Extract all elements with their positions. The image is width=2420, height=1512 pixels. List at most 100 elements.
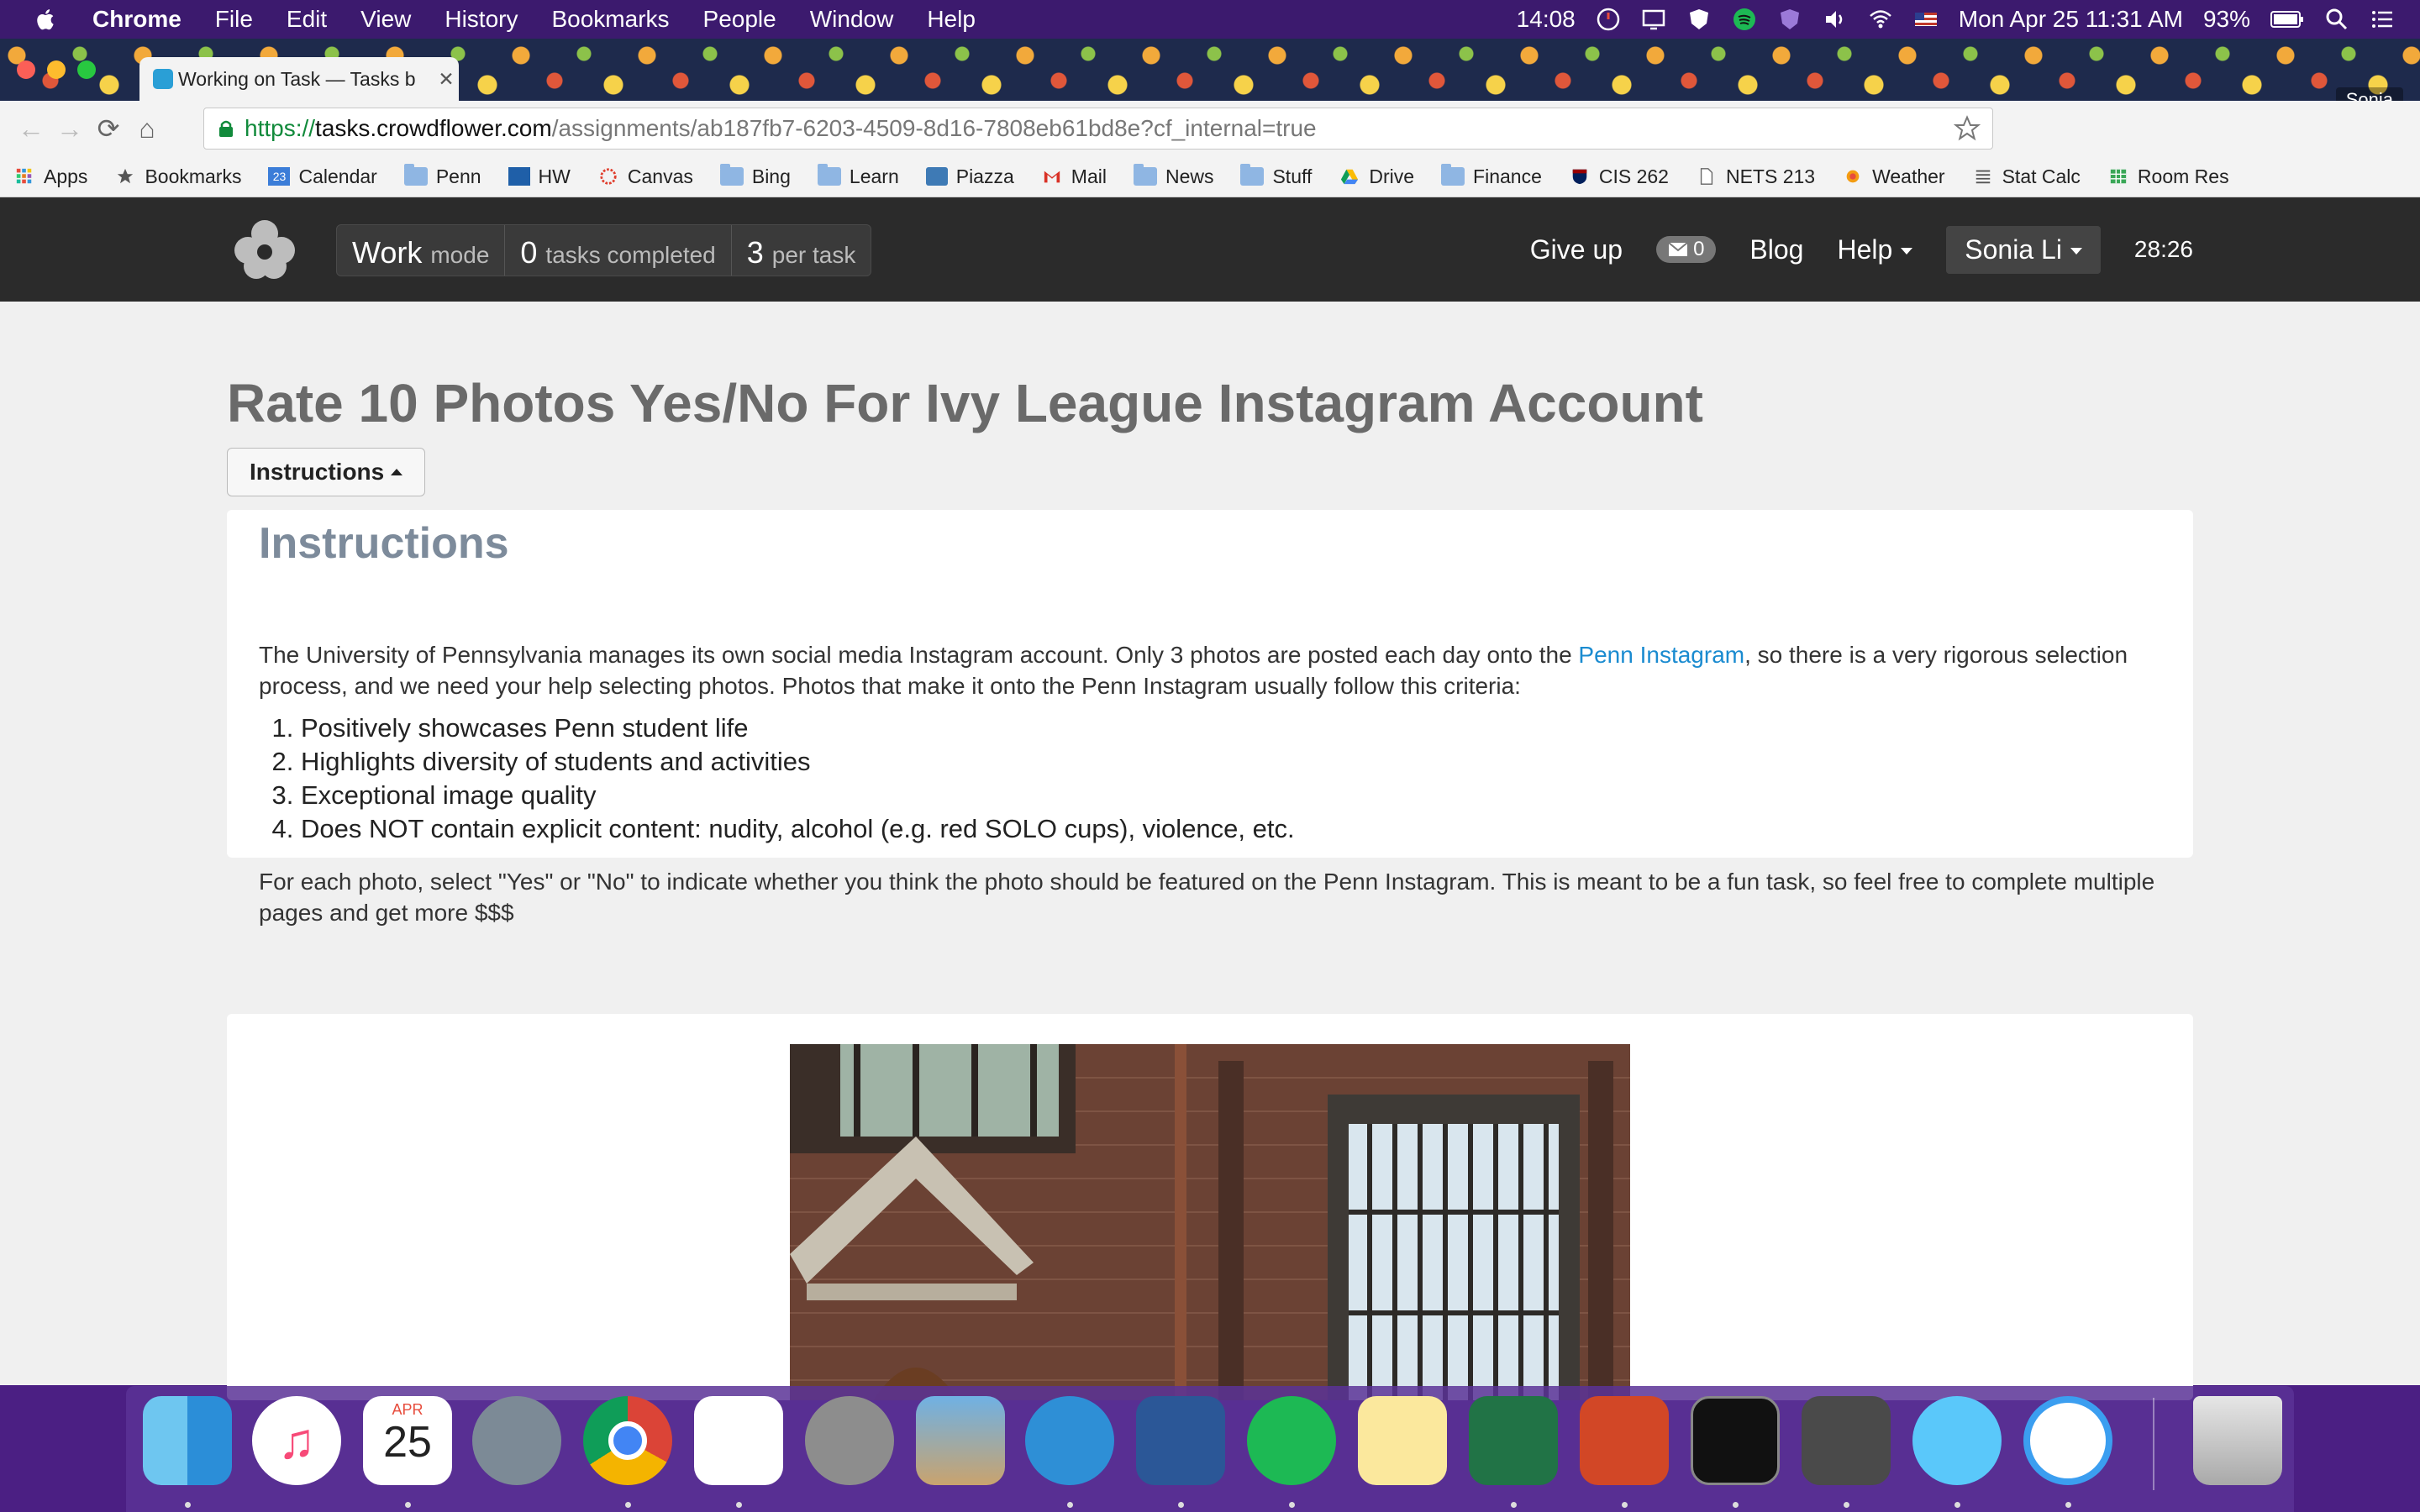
system-preferences-icon[interactable] bbox=[805, 1396, 894, 1485]
bookmark-bookmarks[interactable]: Bookmarks bbox=[114, 165, 241, 188]
bookmark-drive[interactable]: Drive bbox=[1339, 165, 1414, 188]
menu-view[interactable]: View bbox=[360, 6, 411, 33]
header-nav: Give up 0 Blog Help Sonia Li 28:26 bbox=[1497, 224, 2193, 275]
preview-icon[interactable] bbox=[916, 1396, 1005, 1485]
menu-history[interactable]: History bbox=[445, 6, 518, 33]
bookmark-label: Bookmarks bbox=[145, 165, 242, 187]
sublime-text-icon[interactable] bbox=[1802, 1396, 1891, 1485]
close-window-button[interactable] bbox=[17, 60, 35, 79]
menu-edit[interactable]: Edit bbox=[287, 6, 327, 33]
bookmark-label: Calendar bbox=[298, 165, 377, 187]
volume-icon[interactable] bbox=[1823, 7, 1848, 32]
bookmark-mail[interactable]: Mail bbox=[1041, 165, 1107, 188]
instructions-closing: For each photo, select "Yes" or "No" to … bbox=[259, 869, 2155, 926]
menubar-datetime[interactable]: Mon Apr 25 11:31 AM bbox=[1959, 6, 2183, 33]
work-label: Work bbox=[352, 235, 423, 270]
bookmark-news[interactable]: News bbox=[1133, 164, 1214, 188]
give-up-link[interactable]: Give up bbox=[1530, 234, 1623, 265]
us-flag-icon[interactable] bbox=[1913, 7, 1939, 32]
menu-bookmarks[interactable]: Bookmarks bbox=[551, 6, 669, 33]
timer-icon[interactable] bbox=[1596, 7, 1621, 32]
battery-percent[interactable]: 93% bbox=[2203, 6, 2250, 33]
menu-file[interactable]: File bbox=[215, 6, 253, 33]
bookmark-room-res[interactable]: Room Res bbox=[2107, 165, 2229, 188]
wifi-icon[interactable] bbox=[1868, 7, 1893, 32]
vpn-shield-icon[interactable] bbox=[1777, 7, 1802, 32]
running-indicator bbox=[1954, 1502, 1960, 1508]
excel-icon[interactable] bbox=[1469, 1396, 1558, 1485]
piazza-icon bbox=[925, 167, 948, 186]
bookmark-piazza[interactable]: Piazza bbox=[925, 165, 1014, 188]
spotlight-search-icon[interactable] bbox=[2324, 7, 2349, 32]
safari-icon[interactable] bbox=[2023, 1396, 2112, 1485]
stat-calc-icon bbox=[1975, 170, 1990, 184]
bookmark-label: NETS 213 bbox=[1725, 165, 1816, 187]
bookmark-weather[interactable]: Weather bbox=[1842, 165, 1945, 188]
bookmark-apps[interactable]: Apps bbox=[13, 165, 87, 188]
user-menu[interactable]: Sonia Li bbox=[1946, 225, 2101, 274]
spotify-status-icon[interactable] bbox=[1732, 7, 1757, 32]
chevron-down-icon bbox=[2070, 248, 2082, 255]
spotify-icon[interactable] bbox=[1247, 1396, 1336, 1485]
screen-share-icon[interactable] bbox=[1641, 7, 1666, 32]
reload-icon[interactable]: ⟳ bbox=[89, 109, 128, 148]
bookmark-finance[interactable]: Finance bbox=[1441, 164, 1542, 188]
messages-icon[interactable] bbox=[1912, 1396, 2002, 1485]
zoom-window-button[interactable] bbox=[77, 60, 96, 79]
calendar-icon[interactable]: APR 25 bbox=[363, 1396, 452, 1485]
clock-24h[interactable]: 14:08 bbox=[1517, 6, 1576, 33]
tab-close-icon[interactable]: ✕ bbox=[434, 68, 459, 91]
word-icon[interactable] bbox=[1136, 1396, 1225, 1485]
itunes-icon[interactable]: ♫ bbox=[252, 1396, 341, 1485]
home-icon[interactable]: ⌂ bbox=[128, 109, 166, 148]
bookmark-learn[interactable]: Learn bbox=[817, 164, 899, 188]
powerpoint-icon[interactable] bbox=[1580, 1396, 1669, 1485]
forward-icon[interactable]: → bbox=[50, 109, 89, 148]
notification-center-icon[interactable] bbox=[2370, 7, 2395, 32]
menu-chrome[interactable]: Chrome bbox=[92, 6, 182, 33]
penn-instagram-link[interactable]: Penn Instagram bbox=[1578, 642, 1744, 668]
finder-icon[interactable] bbox=[143, 1396, 232, 1485]
bookmark-bing[interactable]: Bing bbox=[719, 164, 791, 188]
messages-badge[interactable]: 0 bbox=[1656, 236, 1717, 263]
bookmark-nets213[interactable]: NETS 213 bbox=[1696, 165, 1815, 188]
bookmark-penn[interactable]: Penn bbox=[403, 164, 481, 188]
battery-icon[interactable] bbox=[2270, 10, 2304, 29]
bookmark-stat-calc[interactable]: Stat Calc bbox=[1972, 165, 2081, 188]
notes-icon[interactable] bbox=[1358, 1396, 1447, 1485]
apps-grid-icon bbox=[16, 168, 32, 184]
bookmark-stuff[interactable]: Stuff bbox=[1240, 164, 1312, 188]
trash-icon[interactable] bbox=[2193, 1396, 2282, 1485]
back-icon[interactable]: ← bbox=[12, 109, 50, 148]
chrome-icon[interactable] bbox=[583, 1396, 672, 1485]
page-content: Rate 10 Photos Yes/No For Ivy League Ins… bbox=[0, 302, 2420, 1400]
instructions-toggle-button[interactable]: Instructions bbox=[227, 448, 426, 496]
reminders-icon[interactable] bbox=[694, 1396, 783, 1485]
running-indicator bbox=[1289, 1502, 1295, 1508]
bookmark-canvas[interactable]: Canvas bbox=[597, 165, 693, 188]
bookmark-calendar[interactable]: 23 Calendar bbox=[268, 165, 377, 188]
running-indicator bbox=[1067, 1502, 1073, 1508]
address-bar[interactable]: https://tasks.crowdflower.com/assignment… bbox=[203, 108, 1993, 150]
blog-link[interactable]: Blog bbox=[1749, 234, 1803, 265]
browser-tab-active[interactable]: Working on Task — Tasks b ✕ bbox=[139, 57, 459, 101]
bookmark-label: News bbox=[1165, 165, 1214, 187]
bookmark-cis262[interactable]: CIS 262 bbox=[1569, 165, 1669, 188]
terminal-icon[interactable] bbox=[1691, 1396, 1780, 1485]
apple-menu-icon[interactable] bbox=[34, 7, 59, 32]
bookmark-label: Apps bbox=[44, 165, 88, 187]
minimize-window-button[interactable] bbox=[47, 60, 66, 79]
menu-window[interactable]: Window bbox=[810, 6, 894, 33]
gmail-icon bbox=[1044, 171, 1060, 183]
menu-help[interactable]: Help bbox=[927, 6, 976, 33]
pages-icon[interactable] bbox=[1025, 1396, 1114, 1485]
bookmark-hw[interactable]: HW bbox=[508, 165, 571, 188]
bookmark-star-icon[interactable] bbox=[1954, 115, 1981, 142]
launchpad-icon[interactable] bbox=[472, 1396, 561, 1485]
browser-toolbar: ← → ⟳ ⌂ https://tasks.crowdflower.com/as… bbox=[0, 101, 2420, 244]
crowdflower-logo-icon[interactable] bbox=[227, 213, 302, 288]
per-task-segment: 3 per task bbox=[732, 225, 871, 276]
shield-icon[interactable] bbox=[1686, 7, 1712, 32]
menu-people[interactable]: People bbox=[703, 6, 776, 33]
help-menu[interactable]: Help bbox=[1837, 234, 1913, 265]
